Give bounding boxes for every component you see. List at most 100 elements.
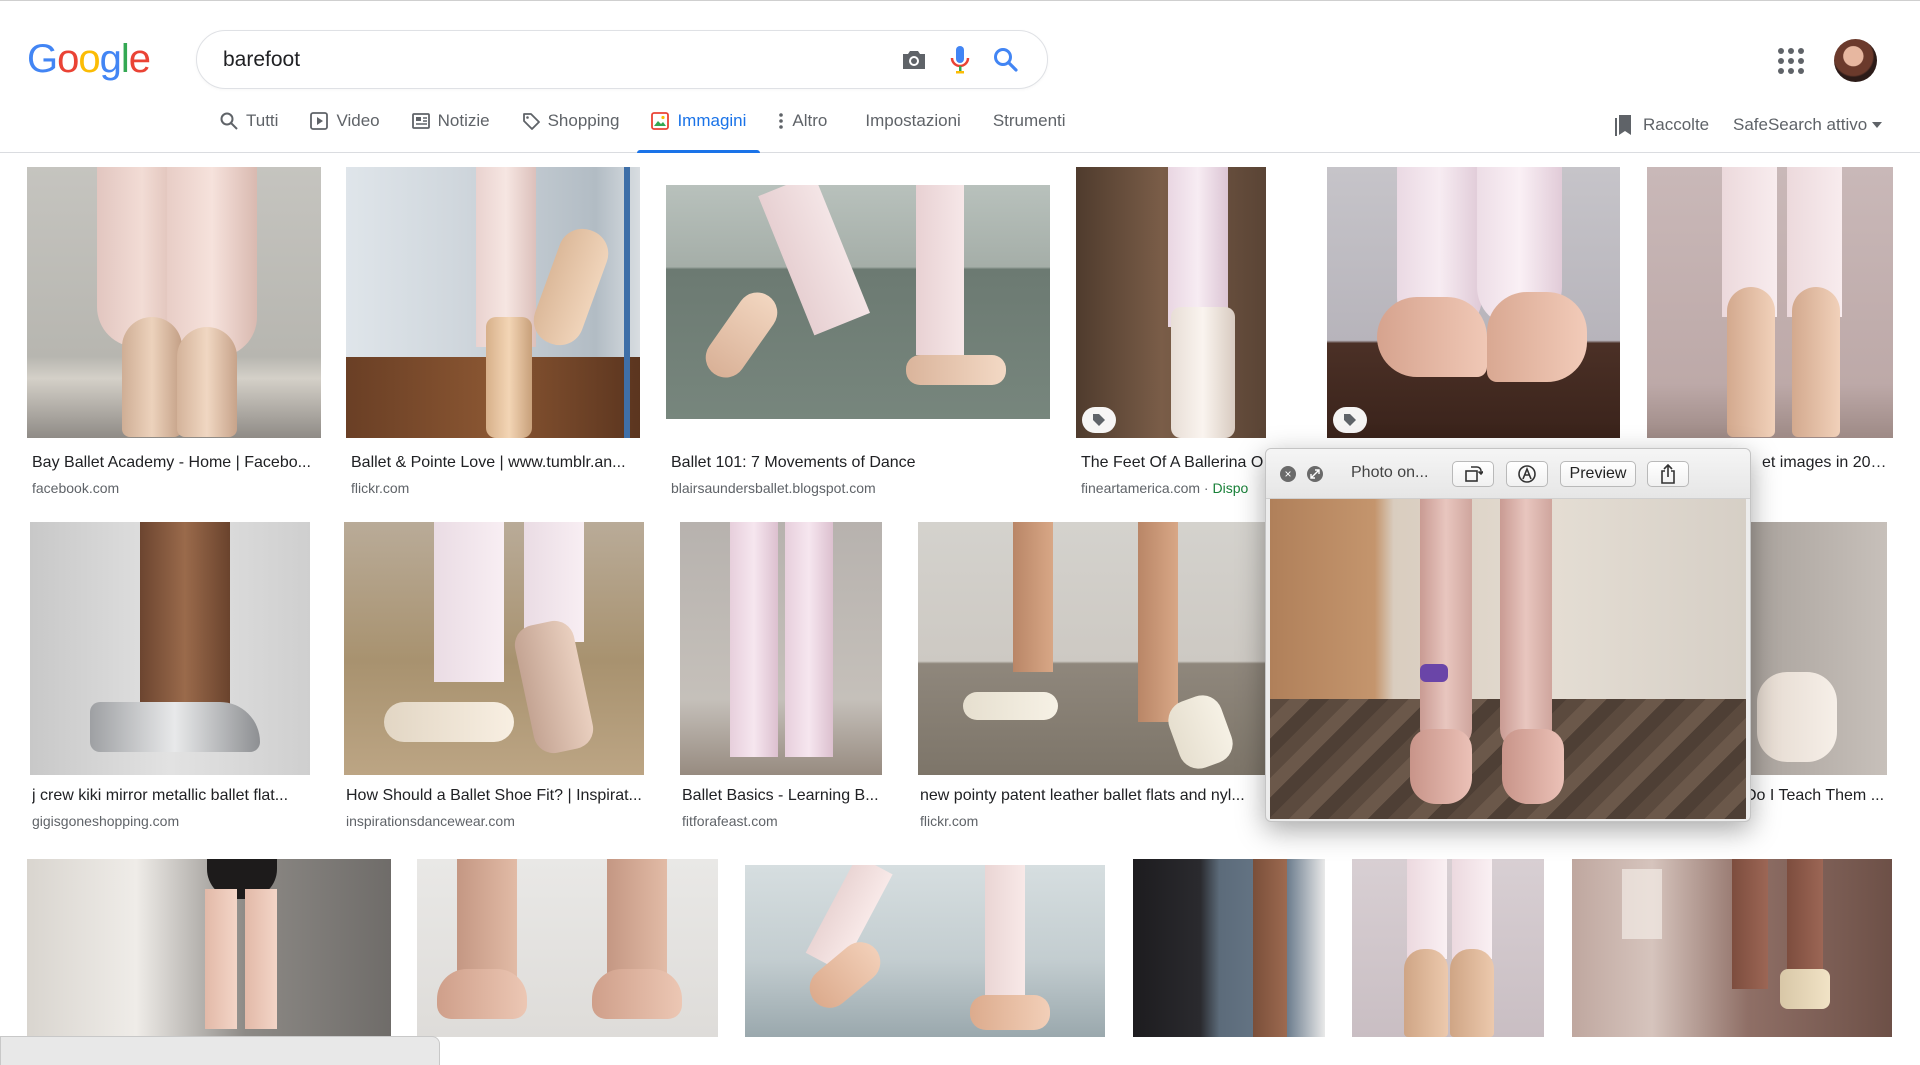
tab-tutti[interactable]: Tutti (220, 104, 278, 138)
tab-immagini[interactable]: Immagini (637, 104, 761, 153)
rotate-button[interactable] (1452, 461, 1494, 487)
image-result[interactable]: Ballet 101: 7 Movements of Dance blairsa… (666, 167, 1050, 507)
tab-video[interactable]: Video (310, 104, 380, 138)
result-caption: et images in 202... (1762, 454, 1892, 471)
search-icon (220, 112, 238, 130)
result-thumbnail[interactable] (1076, 167, 1266, 438)
collections-link[interactable]: Raccolte (1615, 111, 1709, 139)
google-images-page: Google Tutti (0, 0, 1920, 1065)
image-result[interactable] (745, 865, 1105, 1037)
result-thumbnail[interactable] (1352, 859, 1544, 1037)
image-result[interactable] (1572, 859, 1892, 1037)
result-thumbnail[interactable] (680, 522, 882, 775)
tab-impostazioni[interactable]: Impostazioni (865, 104, 960, 138)
google-logo[interactable]: Google (27, 37, 151, 82)
safesearch-toggle[interactable]: SafeSearch attivo (1733, 111, 1883, 139)
tab-shopping[interactable]: Shopping (522, 104, 620, 138)
product-tag-badge (1082, 407, 1116, 433)
apps-grid-icon[interactable] (1776, 46, 1806, 76)
image-result[interactable]: Do I Teach Them ... (1745, 522, 1887, 862)
image-result[interactable] (1133, 859, 1325, 1037)
tab-strumenti[interactable]: Strumenti (993, 104, 1066, 138)
result-source: flickr.com (351, 480, 410, 496)
result-thumbnail[interactable] (1327, 167, 1620, 438)
image-result[interactable]: Ballet Basics - Learning B... fitforafea… (680, 522, 882, 862)
tab-label: Immagini (677, 111, 747, 130)
result-thumbnail[interactable] (1572, 859, 1892, 1037)
preview-title: Photo on... (1351, 464, 1429, 481)
result-thumbnail[interactable] (745, 865, 1105, 1037)
result-source: facebook.com (32, 480, 120, 496)
image-result[interactable]: Bay Ballet Academy - Home | Facebo... fa… (27, 167, 321, 507)
availability-label: Dispo (1212, 480, 1249, 496)
news-icon (411, 113, 430, 129)
preview-image (1270, 499, 1746, 819)
markup-button[interactable] (1506, 461, 1548, 487)
more-vert-icon (779, 113, 784, 129)
search-input[interactable] (223, 31, 823, 88)
share-button[interactable] (1647, 461, 1689, 487)
result-thumbnail[interactable] (1747, 522, 1887, 775)
search-submit-icon[interactable] (989, 43, 1023, 77)
bottom-overlay-bar (0, 1036, 440, 1065)
image-result[interactable]: new pointy patent leather ballet flats a… (918, 522, 1268, 862)
result-thumbnail[interactable] (27, 167, 321, 438)
play-icon (310, 112, 329, 130)
tab-label: Tutti (246, 111, 279, 130)
tab-label: Video (336, 111, 380, 130)
image-result[interactable] (1352, 859, 1544, 1037)
close-icon[interactable]: × (1280, 466, 1296, 482)
preview-toolbar: × Photo on... Preview (1266, 449, 1750, 499)
result-source: gigisgoneshopping.com (32, 813, 180, 829)
photo-preview-popup: × Photo on... Preview (1265, 448, 1751, 822)
image-result[interactable]: Ballet & Pointe Love | www.tumblr.an... … (346, 167, 640, 507)
result-caption: Ballet & Pointe Love | www.tumblr.an... (351, 454, 626, 471)
tag-icon (1093, 414, 1105, 426)
result-thumbnail[interactable] (1133, 859, 1325, 1037)
image-result[interactable] (417, 859, 718, 1037)
caret-down-icon (1872, 122, 1883, 128)
safesearch-label: SafeSearch attivo (1733, 115, 1868, 134)
result-caption: Ballet Basics - Learning B... (682, 787, 879, 804)
image-result[interactable]: How Should a Ballet Shoe Fit? | Inspirat… (344, 522, 644, 862)
image-icon (651, 112, 670, 130)
tab-altro[interactable]: Altro (778, 104, 827, 138)
share-icon (1661, 464, 1675, 484)
result-thumbnail[interactable] (918, 522, 1268, 775)
result-thumbnail[interactable] (346, 167, 640, 438)
result-thumbnail[interactable] (344, 522, 644, 775)
markup-icon (1518, 465, 1536, 483)
result-thumbnail[interactable] (27, 859, 391, 1037)
rotate-icon (1465, 466, 1483, 482)
image-result[interactable]: The Feet Of A Ballerina O fineartamerica… (1076, 167, 1266, 507)
result-caption: Ballet 101: 7 Movements of Dance (671, 454, 916, 471)
tab-label: Altro (792, 111, 828, 130)
image-result[interactable] (27, 859, 391, 1037)
image-result[interactable]: j crew kiki mirror metallic ballet flat.… (30, 522, 310, 862)
result-source-domain: fineartamerica.com (1081, 480, 1201, 496)
microphone-icon[interactable] (943, 43, 977, 77)
result-caption: The Feet Of A Ballerina O (1081, 454, 1264, 471)
tag-icon (1344, 414, 1356, 426)
bookmark-icon (1615, 115, 1631, 136)
result-source: fineartamerica.com · Dispo (1081, 480, 1249, 496)
camera-icon[interactable] (897, 43, 931, 77)
tab-label: Notizie (437, 111, 490, 130)
result-caption: Bay Ballet Academy - Home | Facebo... (32, 454, 311, 471)
tab-label: Shopping (547, 111, 620, 130)
open-preview-button[interactable]: Preview (1560, 461, 1636, 487)
result-source: flickr.com (920, 813, 979, 829)
fullscreen-icon[interactable] (1307, 466, 1323, 482)
tab-label: Strumenti (992, 111, 1066, 130)
result-thumbnail[interactable] (666, 185, 1050, 419)
result-source: blairsaundersballet.blogspot.com (671, 480, 876, 496)
result-caption: new pointy patent leather ballet flats a… (920, 787, 1245, 804)
result-thumbnail[interactable] (417, 859, 718, 1037)
tag-icon (522, 113, 540, 130)
tab-notizie[interactable]: Notizie (411, 104, 490, 138)
result-thumbnail[interactable] (1647, 167, 1893, 438)
result-thumbnail[interactable] (30, 522, 310, 775)
result-source: inspirationsdancewear.com (346, 813, 515, 829)
result-caption: Do I Teach Them ... (1745, 787, 1885, 804)
avatar[interactable] (1834, 39, 1877, 82)
